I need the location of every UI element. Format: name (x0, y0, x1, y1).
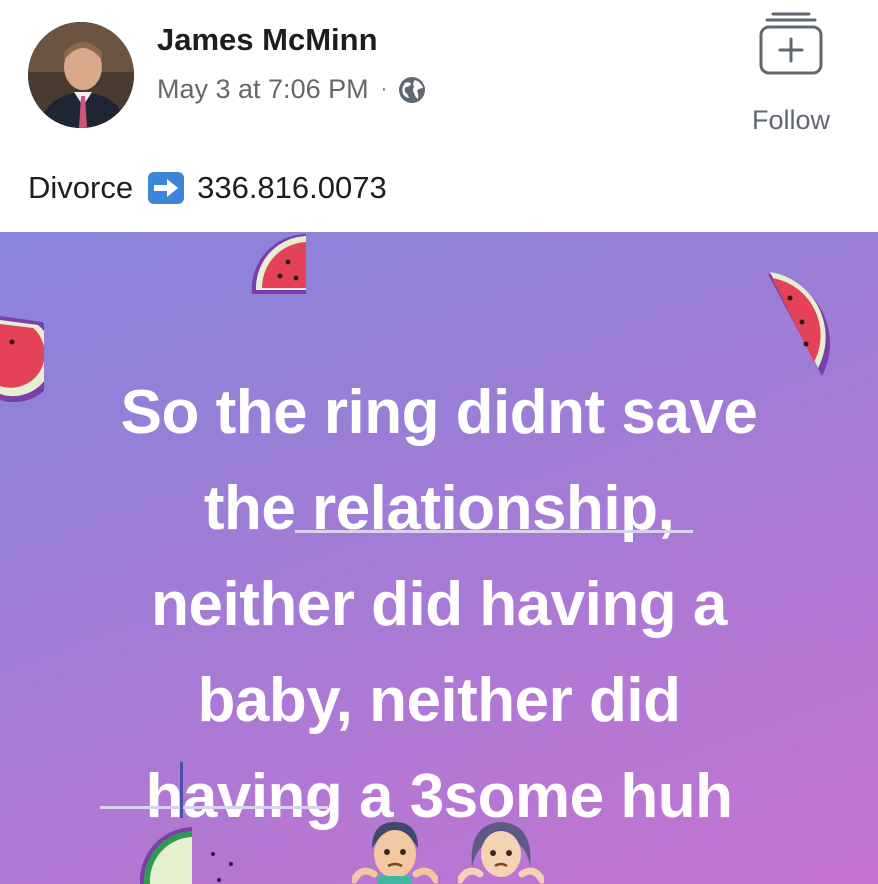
post-line: the relationship, (203, 474, 675, 543)
watermelon-slice-icon (251, 234, 306, 294)
caption-word: Divorce (28, 170, 134, 205)
post-timestamp[interactable]: May 3 at 7:06 PM (157, 74, 369, 105)
post-line: baby, neither did (197, 666, 681, 735)
globe-icon[interactable] (397, 75, 427, 105)
avatar-photo (28, 22, 134, 128)
post-message: So the ring didnt save the relationship,… (0, 365, 878, 845)
post-header: James McMinn May 3 at 7:06 PM · Follow D… (0, 0, 878, 232)
text-underline (100, 806, 328, 809)
right-arrow-emoji (148, 172, 185, 204)
meta-separator: · (380, 78, 388, 100)
seed-dots (211, 852, 233, 882)
post-line: So the ring didnt save (120, 378, 758, 447)
caption-phone[interactable]: 336.816.0073 (197, 170, 387, 206)
text-underline (295, 530, 693, 533)
follow-label: Follow (752, 105, 831, 135)
author-name[interactable]: James McMinn (157, 22, 378, 58)
colored-background-post: So the ring didnt save the relationship,… (0, 232, 878, 884)
text-cursor (180, 762, 183, 818)
post-meta: May 3 at 7:06 PM · (157, 74, 427, 105)
author-avatar[interactable] (28, 22, 134, 128)
post-caption: Divorce 336.816.0073 (28, 170, 387, 206)
post-line: neither did having a (151, 570, 727, 639)
add-to-stack-icon (759, 12, 823, 75)
post-line: having a 3some huh (145, 762, 733, 831)
follow-button[interactable]: Follow (752, 10, 832, 135)
